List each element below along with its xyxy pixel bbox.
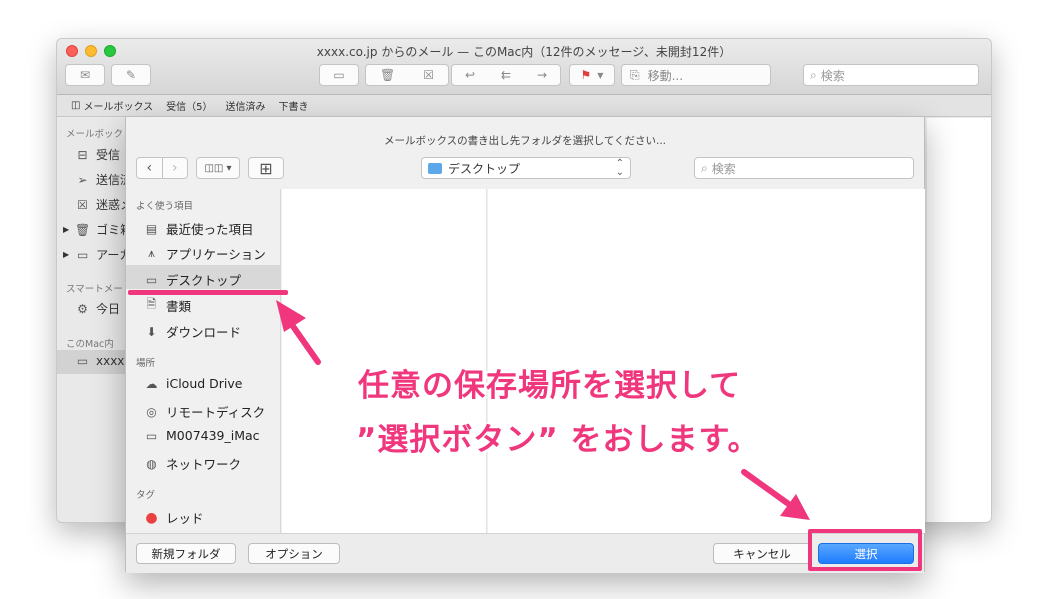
annotation-text-line2: ”選択ボタン” をおします。 [356,422,760,458]
annotation-text-line1: 任意の保存場所を選択して [358,368,742,404]
annotation-arrows [276,300,810,520]
arrow-to-select-icon [741,469,810,520]
arrow-to-desktop-icon [276,300,321,365]
